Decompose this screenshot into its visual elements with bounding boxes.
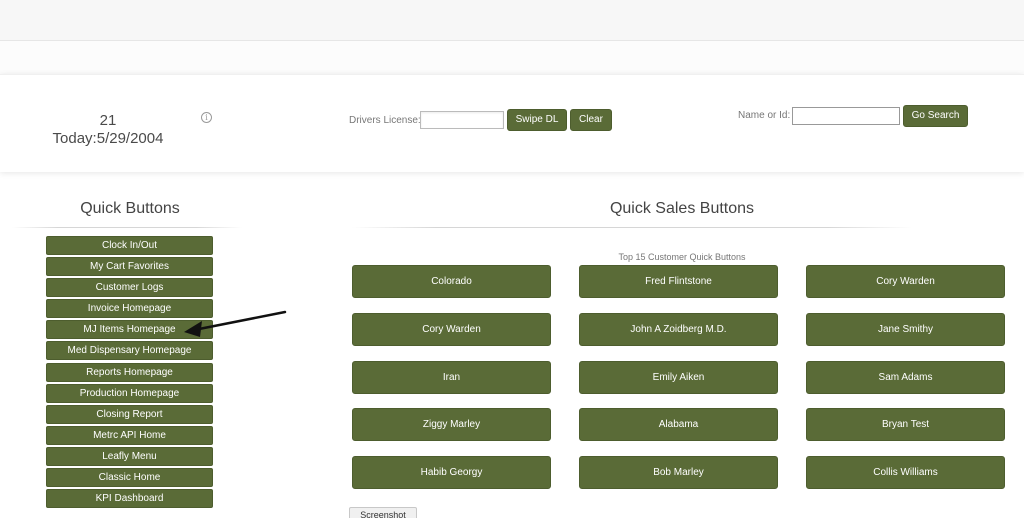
drivers-license-label: Drivers License: [349, 115, 421, 126]
name-or-id-label: Name or Id: [738, 110, 791, 121]
quick-button-my-cart-favorites[interactable]: My Cart Favorites [46, 257, 213, 277]
quick-buttons-list: Clock In/Out My Cart Favorites Customer … [46, 236, 213, 510]
sales-button[interactable]: Cory Warden [352, 313, 551, 346]
sales-button[interactable]: John A Zoidberg M.D. [579, 313, 778, 346]
today-date: Today:5/29/2004 [52, 130, 164, 147]
counter-value: 21 [99, 112, 117, 129]
quick-button-kpi-dashboard[interactable]: KPI Dashboard [46, 489, 213, 509]
quick-button-customer-logs[interactable]: Customer Logs [46, 278, 213, 298]
screenshot-button[interactable]: Screenshot [349, 507, 417, 518]
sales-button[interactable]: Iran [352, 361, 551, 394]
sales-button[interactable]: Emily Aiken [579, 361, 778, 394]
quick-button-reports-homepage[interactable]: Reports Homepage [46, 362, 213, 382]
info-icon[interactable]: i [201, 112, 212, 123]
quick-sales-title: Quick Sales Buttons [609, 200, 755, 217]
quick-button-leafly-menu[interactable]: Leafly Menu [46, 446, 213, 466]
spacer-band [0, 41, 1024, 74]
quick-sales-subtitle: Top 15 Customer Quick Buttons [618, 252, 746, 262]
sales-button[interactable]: Fred Flintstone [579, 265, 778, 298]
quick-button-metrc-api-home[interactable]: Metrc API Home [46, 425, 213, 445]
clear-button[interactable]: Clear [570, 109, 612, 131]
sales-button[interactable]: Habib Georgy [352, 456, 551, 489]
top-bar [0, 0, 1024, 41]
quick-button-clock-in-out[interactable]: Clock In/Out [46, 236, 213, 255]
quick-button-med-dispensary-homepage[interactable]: Med Dispensary Homepage [46, 341, 213, 361]
quick-buttons-divider [12, 227, 242, 228]
drivers-license-input[interactable] [420, 111, 504, 129]
header-panel: 21 Today:5/29/2004 i Drivers License: Sw… [0, 74, 1024, 172]
quick-button-closing-report[interactable]: Closing Report [46, 404, 213, 424]
sales-button[interactable]: Jane Smithy [806, 313, 1005, 346]
swipe-dl-button[interactable]: Swipe DL [507, 109, 567, 131]
quick-buttons-title: Quick Buttons [80, 200, 180, 217]
sales-button[interactable]: Colorado [352, 265, 551, 298]
sales-button[interactable]: Sam Adams [806, 361, 1005, 394]
sales-button[interactable]: Bob Marley [579, 456, 778, 489]
sales-button[interactable]: Collis Williams [806, 456, 1005, 489]
quick-button-production-homepage[interactable]: Production Homepage [46, 383, 213, 403]
sales-button[interactable]: Bryan Test [806, 408, 1005, 441]
go-search-button[interactable]: Go Search [903, 105, 968, 127]
quick-sales-divider [352, 227, 912, 228]
sales-button[interactable]: Ziggy Marley [352, 408, 551, 441]
sales-button[interactable]: Alabama [579, 408, 778, 441]
quick-button-classic-home[interactable]: Classic Home [46, 468, 213, 488]
name-or-id-input[interactable] [792, 107, 900, 125]
annotation-arrow-icon [184, 310, 287, 337]
sales-button[interactable]: Cory Warden [806, 265, 1005, 298]
